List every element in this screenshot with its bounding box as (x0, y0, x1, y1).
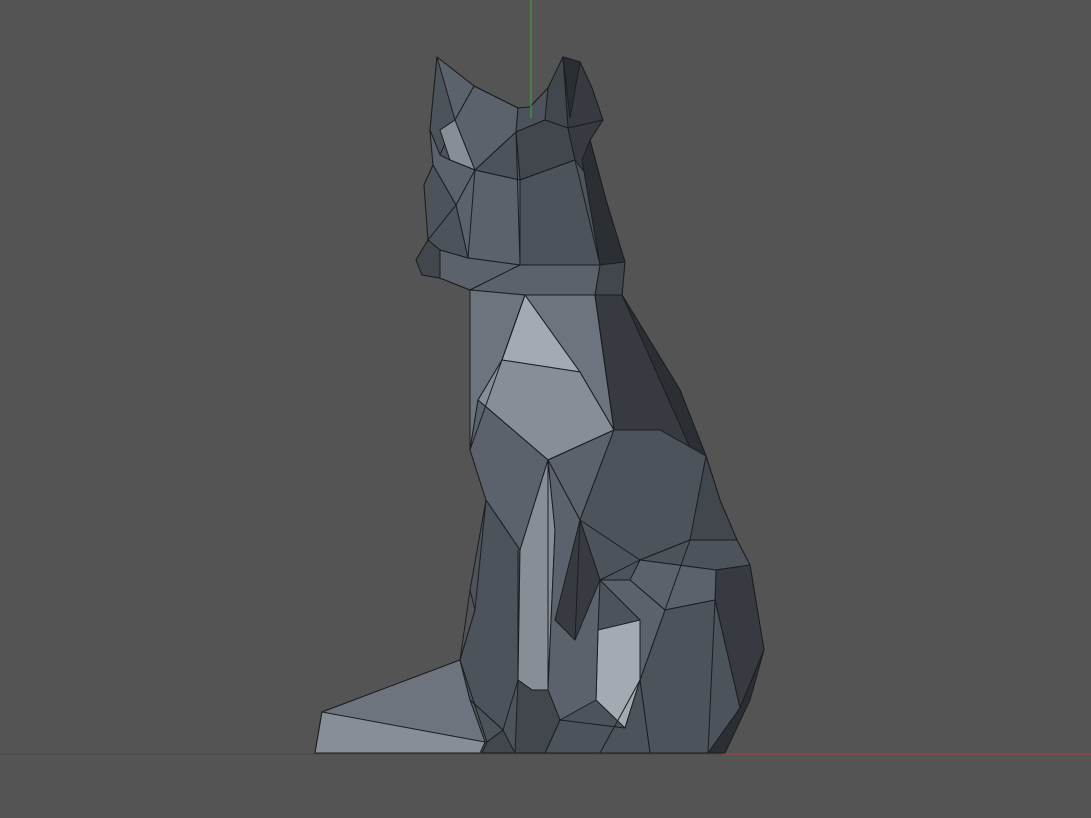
3d-viewport[interactable] (0, 0, 1091, 818)
fox-neck-back (594, 261, 626, 296)
viewport-canvas[interactable] (0, 0, 1091, 818)
